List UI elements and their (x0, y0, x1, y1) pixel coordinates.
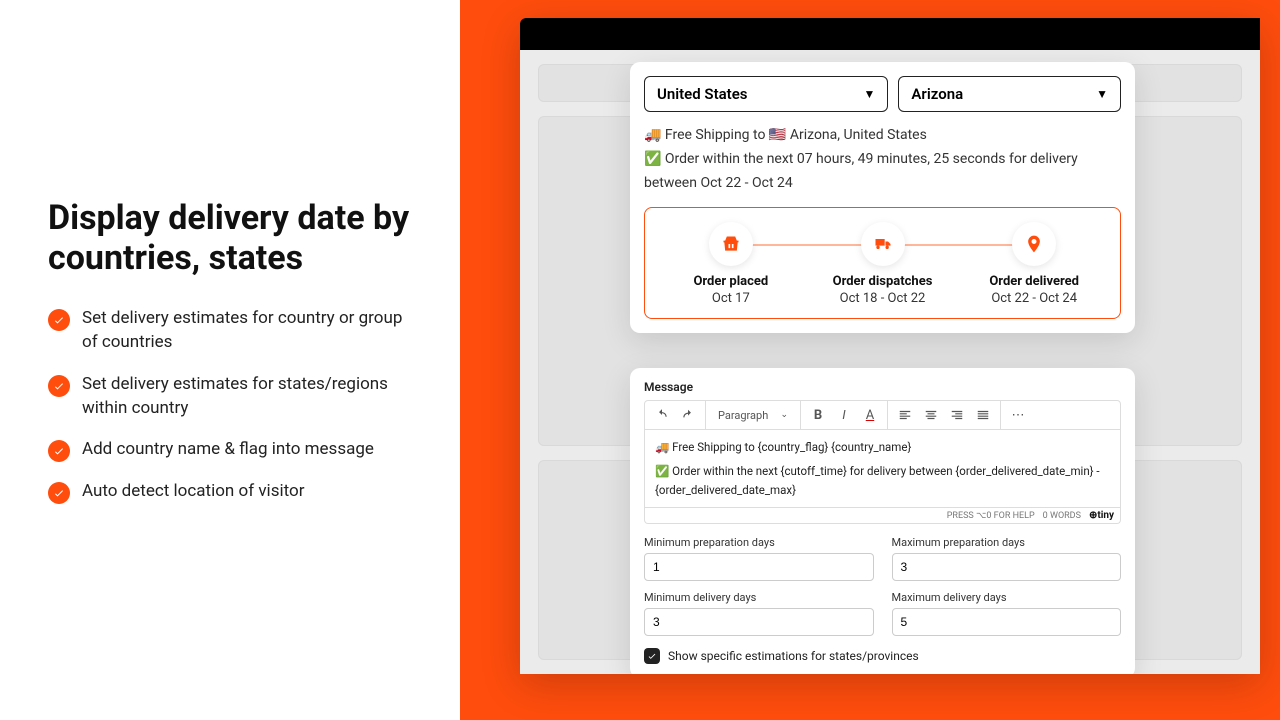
paragraph-format-select[interactable]: Paragraph⌄ (712, 404, 794, 426)
basket-icon (709, 222, 753, 266)
step-date: Oct 17 (655, 291, 807, 306)
delivery-fields-grid: Minimum preparation days Maximum prepara… (644, 536, 1121, 636)
chevron-down-icon: ⌄ (780, 410, 788, 420)
feature-item: Auto detect location of visitor (48, 480, 412, 504)
min-delivery-label: Minimum delivery days (644, 591, 874, 604)
undo-button[interactable] (651, 404, 673, 426)
app-showcase: United States ▼ Arizona ▼ 🚚 Free Shippin… (460, 0, 1280, 720)
help-hint: PRESS ⌥0 FOR HELP (947, 511, 1035, 521)
timeline-step-delivered: Order delivered Oct 22 - Oct 24 (958, 222, 1110, 306)
truck-icon (861, 222, 905, 266)
editor-line: 🚚 Free Shipping to {country_flag} {count… (655, 438, 1110, 456)
align-justify-button[interactable] (972, 404, 994, 426)
align-left-button[interactable] (894, 404, 916, 426)
feature-item: Set delivery estimates for states/region… (48, 373, 412, 421)
check-icon (48, 482, 70, 504)
country-select[interactable]: United States ▼ (644, 76, 888, 112)
more-options-button[interactable]: ⋯ (1007, 404, 1029, 426)
step-date: Oct 18 - Oct 22 (807, 291, 959, 306)
max-delivery-label: Maximum delivery days (892, 591, 1122, 604)
tiny-logo: ⊕tiny (1089, 510, 1114, 521)
chevron-down-icon: ▼ (1096, 87, 1108, 101)
delivery-preview-card: United States ▼ Arizona ▼ 🚚 Free Shippin… (630, 62, 1135, 333)
feature-text: Set delivery estimates for country or gr… (82, 307, 412, 355)
feature-text: Add country name & flag into message (82, 438, 374, 462)
word-count: 0 WORDS (1043, 511, 1081, 521)
editor-footer: PRESS ⌥0 FOR HELP 0 WORDS ⊕tiny (644, 508, 1121, 524)
step-label: Order placed (655, 274, 807, 289)
feature-item: Set delivery estimates for country or gr… (48, 307, 412, 355)
feature-text: Auto detect location of visitor (82, 480, 304, 504)
align-right-button[interactable] (946, 404, 968, 426)
check-icon (48, 440, 70, 462)
feature-item: Add country name & flag into message (48, 438, 412, 462)
marketing-panel: Display delivery date by countries, stat… (0, 0, 460, 720)
message-editor-card: Message Paragraph⌄ B I A (630, 368, 1135, 674)
state-select[interactable]: Arizona ▼ (898, 76, 1121, 112)
delivery-timeline: Order placed Oct 17 Order dispatches Oct… (644, 207, 1121, 319)
message-section-label: Message (644, 380, 1121, 394)
max-delivery-input[interactable] (892, 608, 1122, 636)
app-body: United States ▼ Arizona ▼ 🚚 Free Shippin… (520, 50, 1260, 674)
shipping-message: 🚚 Free Shipping to 🇺🇸 Arizona, United St… (644, 124, 1121, 195)
states-specific-checkbox-row[interactable]: Show specific estimations for states/pro… (644, 648, 1121, 664)
checkbox-checked-icon (644, 648, 660, 664)
location-pin-icon (1012, 222, 1056, 266)
timeline-step-dispatched: Order dispatches Oct 18 - Oct 22 (807, 222, 959, 306)
feature-text: Set delivery estimates for states/region… (82, 373, 412, 421)
max-prep-input[interactable] (892, 553, 1122, 581)
italic-button[interactable]: I (833, 404, 855, 426)
page-title: Display delivery date by countries, stat… (48, 198, 412, 280)
state-value: Arizona (911, 85, 963, 103)
min-delivery-input[interactable] (644, 608, 874, 636)
country-value: United States (657, 85, 747, 103)
min-prep-input[interactable] (644, 553, 874, 581)
shipping-line: 🚚 Free Shipping to 🇺🇸 Arizona, United St… (644, 124, 1121, 148)
checkbox-label: Show specific estimations for states/pro… (668, 649, 919, 663)
editor-content[interactable]: 🚚 Free Shipping to {country_flag} {count… (644, 430, 1121, 508)
step-date: Oct 22 - Oct 24 (958, 291, 1110, 306)
redo-button[interactable] (677, 404, 699, 426)
editor-toolbar: Paragraph⌄ B I A ⋯ (644, 400, 1121, 430)
chevron-down-icon: ▼ (864, 87, 876, 101)
text-color-button[interactable]: A (859, 404, 881, 426)
check-icon (48, 375, 70, 397)
editor-line: ✅ Order within the next {cutoff_time} fo… (655, 462, 1110, 499)
step-label: Order dispatches (807, 274, 959, 289)
app-titlebar (520, 18, 1260, 50)
check-icon (48, 309, 70, 331)
align-center-button[interactable] (920, 404, 942, 426)
step-label: Order delivered (958, 274, 1110, 289)
bold-button[interactable]: B (807, 404, 829, 426)
max-prep-label: Maximum preparation days (892, 536, 1122, 549)
cutoff-line: ✅ Order within the next 07 hours, 49 min… (644, 148, 1121, 196)
app-frame: United States ▼ Arizona ▼ 🚚 Free Shippin… (520, 18, 1260, 674)
timeline-step-placed: Order placed Oct 17 (655, 222, 807, 306)
min-prep-label: Minimum preparation days (644, 536, 874, 549)
feature-list: Set delivery estimates for country or gr… (48, 307, 412, 522)
